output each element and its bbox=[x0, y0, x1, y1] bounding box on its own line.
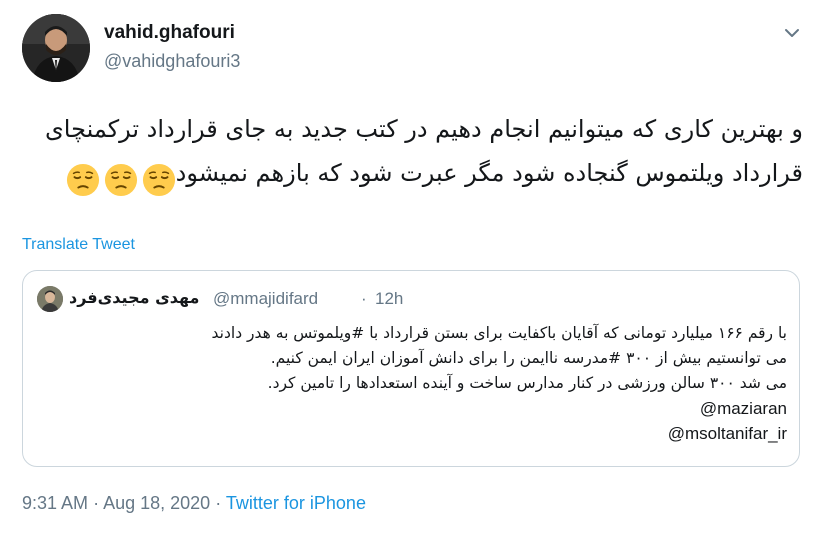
quoted-author-avatar bbox=[37, 286, 63, 312]
avatar-photo-icon bbox=[22, 14, 90, 82]
quoted-author-handle[interactable]: @mmajidifard bbox=[213, 289, 318, 309]
tweet-text: و بهترین کاری که میتوانیم انجام دهیم در … bbox=[20, 107, 803, 201]
meta-separator: · bbox=[215, 493, 222, 513]
pensive-face-emoji-icon bbox=[142, 163, 175, 197]
pensive-face-emoji-icon bbox=[66, 163, 99, 197]
quoted-tweet[interactable]: مهدی مجیدی‌فرد @mmajidifard · 12h با رقم… bbox=[22, 270, 800, 467]
quoted-author-name[interactable]: مهدی مجیدی‌فرد bbox=[69, 288, 199, 307]
quoted-tweet-body: با رقم ۱۶۶ میلیارد تومانی که آقایان باکف… bbox=[37, 321, 787, 446]
quoted-mention[interactable]: @maziaran bbox=[37, 396, 787, 421]
emoji-group bbox=[62, 157, 176, 201]
tweet-source-link[interactable]: Twitter for iPhone bbox=[226, 493, 366, 513]
tweet-card: vahid.ghafouri @vahidghafouri3 و بهترین … bbox=[0, 0, 824, 537]
quoted-text-line: می توانستیم بیش از ۳۰۰ #مدرسه ناایمن را … bbox=[270, 349, 787, 367]
author-avatar[interactable] bbox=[22, 14, 90, 82]
quoted-mention[interactable]: @msoltanifar_ir bbox=[37, 421, 787, 446]
chevron-down-icon[interactable] bbox=[781, 22, 803, 44]
avatar-photo-icon bbox=[37, 286, 63, 312]
author-display-name[interactable]: vahid.ghafouri bbox=[104, 22, 235, 44]
tweet-date[interactable]: Aug 18, 2020 bbox=[103, 493, 210, 513]
quoted-text-line: می شد ۳۰۰ سالن ورزشی در کنار مدارس ساخت … bbox=[267, 374, 787, 392]
author-handle[interactable]: @vahidghafouri3 bbox=[104, 51, 240, 72]
quoted-text-line: با رقم ۱۶۶ میلیارد تومانی که آقایان باکف… bbox=[211, 324, 787, 342]
translate-tweet-link[interactable]: Translate Tweet bbox=[22, 236, 135, 254]
pensive-face-emoji-icon bbox=[104, 163, 137, 197]
tweet-time[interactable]: 9:31 AM bbox=[22, 493, 88, 513]
tweet-metadata: 9:31 AM · Aug 18, 2020 · Twitter for iPh… bbox=[22, 493, 366, 514]
quoted-tweet-time[interactable]: 12h bbox=[375, 289, 403, 309]
quote-separator: · bbox=[361, 289, 367, 308]
meta-separator: · bbox=[93, 493, 100, 513]
